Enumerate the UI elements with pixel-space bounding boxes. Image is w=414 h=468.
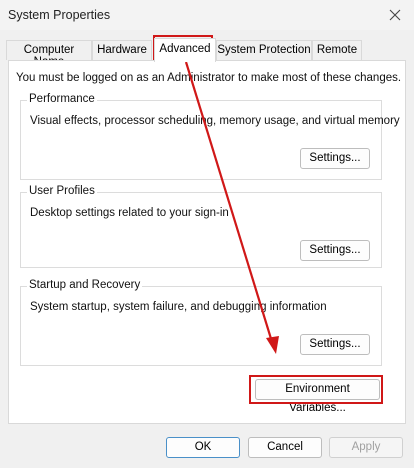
tab-advanced[interactable]: Advanced	[154, 38, 216, 62]
system-properties-window: System Properties Computer Name Hardware…	[0, 0, 414, 468]
apply-button: Apply	[329, 437, 403, 458]
environment-variables-button[interactable]: Environment Variables...	[255, 379, 380, 414]
performance-group: Performance Visual effects, processor sc…	[20, 93, 400, 180]
user-profiles-settings-button[interactable]: Settings...	[300, 240, 370, 261]
admin-note: You must be logged on as an Administrato…	[16, 72, 402, 84]
user-profiles-description: Desktop settings related to your sign-in	[30, 207, 229, 219]
startup-recovery-group: Startup and Recovery System startup, sys…	[20, 279, 382, 366]
title-bar: System Properties	[0, 0, 414, 30]
tab-hardware[interactable]: Hardware	[92, 40, 152, 60]
tab-strip: Computer Name Hardware Advanced System P…	[6, 38, 406, 68]
startup-recovery-settings-button[interactable]: Settings...	[300, 334, 370, 355]
close-button[interactable]	[384, 4, 406, 26]
performance-description: Visual effects, processor scheduling, me…	[30, 115, 400, 127]
close-icon	[389, 9, 401, 21]
tab-computer-name[interactable]: Computer Name	[6, 40, 92, 68]
performance-title: Performance	[27, 93, 97, 105]
startup-recovery-description: System startup, system failure, and debu…	[30, 301, 327, 313]
user-profiles-title: User Profiles	[27, 185, 97, 197]
window-title: System Properties	[8, 8, 111, 22]
performance-settings-button[interactable]: Settings...	[300, 148, 370, 169]
tab-system-protection[interactable]: System Protection	[216, 40, 312, 60]
tab-remote[interactable]: Remote	[312, 40, 362, 60]
user-profiles-group: User Profiles Desktop settings related t…	[20, 185, 382, 268]
startup-recovery-title: Startup and Recovery	[27, 279, 143, 291]
ok-button[interactable]: OK	[166, 437, 240, 458]
cancel-button[interactable]: Cancel	[248, 437, 322, 458]
